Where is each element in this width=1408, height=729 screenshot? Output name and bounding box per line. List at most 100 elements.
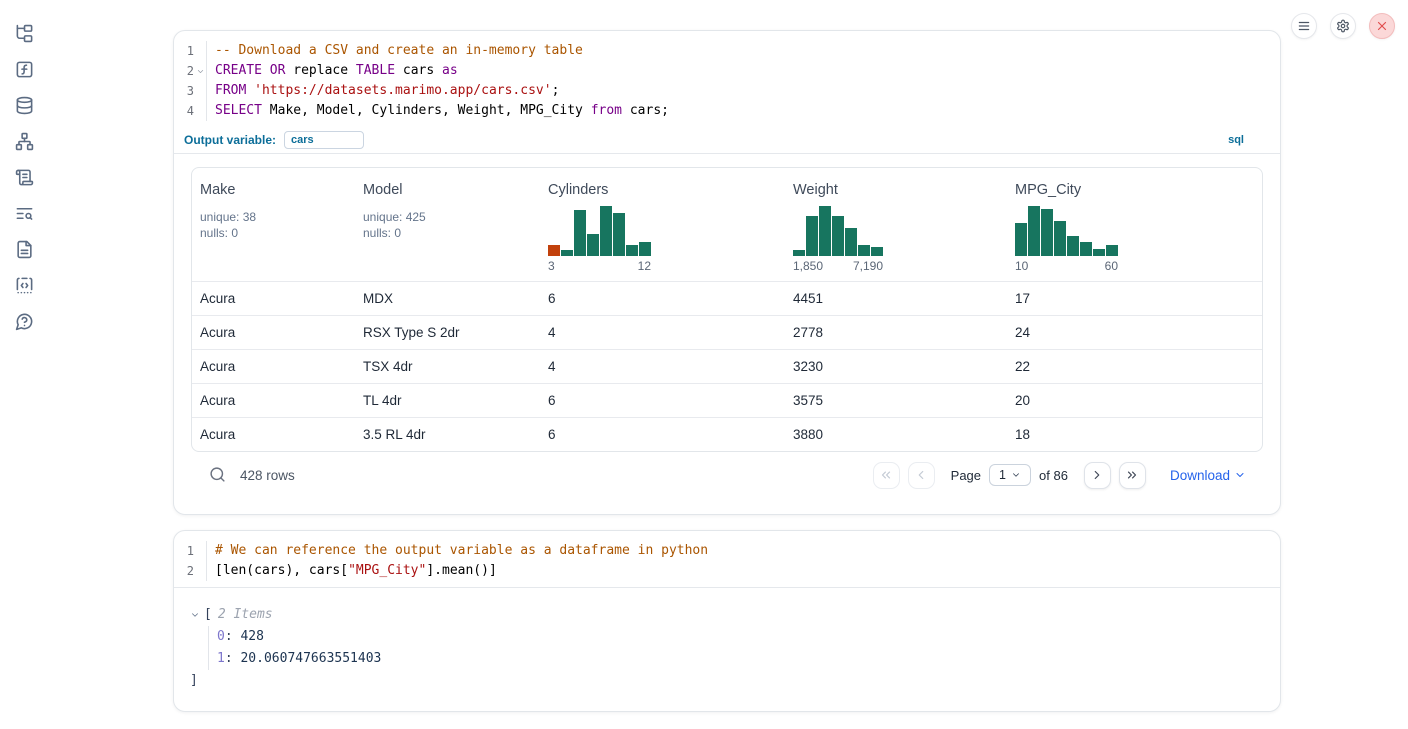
text-search-icon — [15, 204, 34, 223]
hist-max-label: 12 — [638, 259, 651, 273]
tree-root: [ 2 Items — [190, 604, 1264, 626]
histogram-bar — [1080, 242, 1092, 256]
tree-entries: 0: 4281: 20.060747663551403 — [208, 626, 1264, 670]
chevron-down-icon — [1011, 470, 1021, 480]
data-table: Makeunique: 38nulls: 0Modelunique: 425nu… — [191, 167, 1263, 452]
table-cell: RSX Type S 2dr — [355, 316, 540, 349]
table-row: AcuraTSX 4dr4323022 — [192, 349, 1262, 383]
table-cell: 6 — [540, 282, 785, 315]
tree-entry: 0: 428 — [217, 626, 1264, 648]
column-histogram: 1060 — [1015, 204, 1118, 273]
page-select[interactable]: 1 — [989, 464, 1031, 486]
histogram-bar — [626, 245, 638, 256]
page-total: of 86 — [1039, 468, 1068, 483]
sidebar-item-datasources[interactable] — [15, 96, 34, 115]
histogram-bar — [845, 228, 857, 256]
chevrons-right-icon — [1125, 468, 1139, 482]
table-cell: 4 — [540, 350, 785, 383]
python-code-editor[interactable]: 1# We can reference the output variable … — [174, 531, 1280, 588]
sidebar-item-documentation[interactable] — [15, 240, 34, 259]
column-title[interactable]: MPG_City — [1015, 182, 1254, 198]
code-box-icon — [15, 276, 34, 295]
histogram-bar — [600, 206, 612, 256]
close-bracket: ] — [190, 670, 1264, 692]
output-variable-label: Output variable: — [184, 133, 276, 147]
sidebar-item-variables[interactable] — [15, 60, 34, 79]
chevrons-left-icon — [879, 468, 893, 482]
output-variable-input[interactable] — [284, 131, 364, 149]
column-title[interactable]: Cylinders — [548, 182, 777, 198]
table-cell: 18 — [1007, 418, 1262, 451]
entry-key: 1 — [217, 651, 225, 666]
download-label: Download — [1170, 468, 1230, 483]
page-label: Page — [951, 468, 981, 483]
python-cell: 1 # We can reference the output variable … — [173, 530, 1281, 712]
table-body: AcuraMDX6445117AcuraRSX Type S 2dr427782… — [192, 281, 1262, 451]
sidebar-item-search-logs[interactable] — [15, 204, 34, 223]
histogram-bar — [1093, 249, 1105, 256]
column-header-make: Makeunique: 38nulls: 0 — [192, 168, 355, 281]
sidebar-item-help[interactable] — [15, 312, 34, 331]
code-text: SELECT Make, Model, Cylinders, Weight, M… — [207, 101, 669, 121]
table-cell: 20 — [1007, 384, 1262, 417]
sql-cell-footer: Output variable: sql — [174, 127, 1280, 154]
table-cell: Acura — [192, 282, 355, 315]
histogram-bar — [613, 213, 625, 256]
column-header-weight: Weight 1,850 7,190 — [785, 168, 1007, 281]
histogram-bar — [819, 206, 831, 256]
code-line: 2CREATE OR replace TABLE cars as — [174, 61, 1280, 81]
database-icon — [15, 96, 34, 115]
help-circle-icon — [15, 312, 34, 331]
code-text: -- Download a CSV and create an in-memor… — [207, 41, 583, 61]
table-footer: 428 rows Page 1 of 86 Download — [191, 452, 1263, 498]
sidebar-item-logs[interactable] — [15, 168, 34, 187]
table-row: AcuraTL 4dr6357520 — [192, 383, 1262, 417]
table-cell: 4451 — [785, 282, 1007, 315]
sql-output: Makeunique: 38nulls: 0Modelunique: 425nu… — [174, 154, 1280, 498]
hist-min-label: 1,850 — [793, 259, 823, 273]
column-title[interactable]: Weight — [793, 182, 999, 198]
table-cell: MDX — [355, 282, 540, 315]
table-cell: 2778 — [785, 316, 1007, 349]
settings-button[interactable] — [1330, 13, 1356, 39]
hist-max-label: 7,190 — [853, 259, 883, 273]
sidebar-item-snippets[interactable] — [15, 276, 34, 295]
sidebar-item-dependencies[interactable] — [15, 132, 34, 151]
code-text: # We can reference the output variable a… — [207, 541, 708, 561]
line-number: 3 — [174, 81, 207, 101]
chevron-down-icon — [1234, 469, 1246, 481]
line-number: 2 — [174, 61, 207, 81]
last-page-button[interactable] — [1119, 462, 1146, 489]
prev-page-button[interactable] — [908, 462, 935, 489]
column-title[interactable]: Model — [363, 182, 532, 198]
table-cell: 3.5 RL 4dr — [355, 418, 540, 451]
histogram-bar — [1067, 236, 1079, 256]
code-text: CREATE OR replace TABLE cars as — [207, 61, 458, 81]
table-cell: Acura — [192, 418, 355, 451]
next-page-button[interactable] — [1084, 462, 1111, 489]
histogram-bar — [793, 250, 805, 256]
column-title[interactable]: Make — [200, 182, 347, 198]
first-page-button[interactable] — [873, 462, 900, 489]
column-header-model: Modelunique: 425nulls: 0 — [355, 168, 540, 281]
hist-min-label: 3 — [548, 259, 555, 273]
shutdown-button[interactable] — [1369, 13, 1395, 39]
histogram-bar — [548, 245, 560, 256]
histogram-bar — [1106, 245, 1118, 256]
collapse-icon[interactable] — [190, 609, 202, 621]
search-icon[interactable] — [208, 466, 226, 484]
menu-button[interactable] — [1291, 13, 1317, 39]
table-cell: Acura — [192, 384, 355, 417]
table-cell: 4 — [540, 316, 785, 349]
x-icon — [1375, 19, 1389, 33]
sidebar-item-file-explorer[interactable] — [15, 24, 34, 43]
fold-gutter-icon[interactable] — [194, 65, 206, 77]
notebook-actions — [1291, 13, 1395, 39]
column-header-cylinders: Cylinders 3 12 — [540, 168, 785, 281]
table-cell: 3880 — [785, 418, 1007, 451]
table-header: Makeunique: 38nulls: 0Modelunique: 425nu… — [192, 168, 1262, 281]
sql-code-editor[interactable]: 1-- Download a CSV and create an in-memo… — [174, 31, 1280, 127]
items-count-label: 2 Items — [218, 604, 273, 626]
entry-value: 428 — [240, 629, 263, 644]
download-button[interactable]: Download — [1170, 468, 1246, 483]
